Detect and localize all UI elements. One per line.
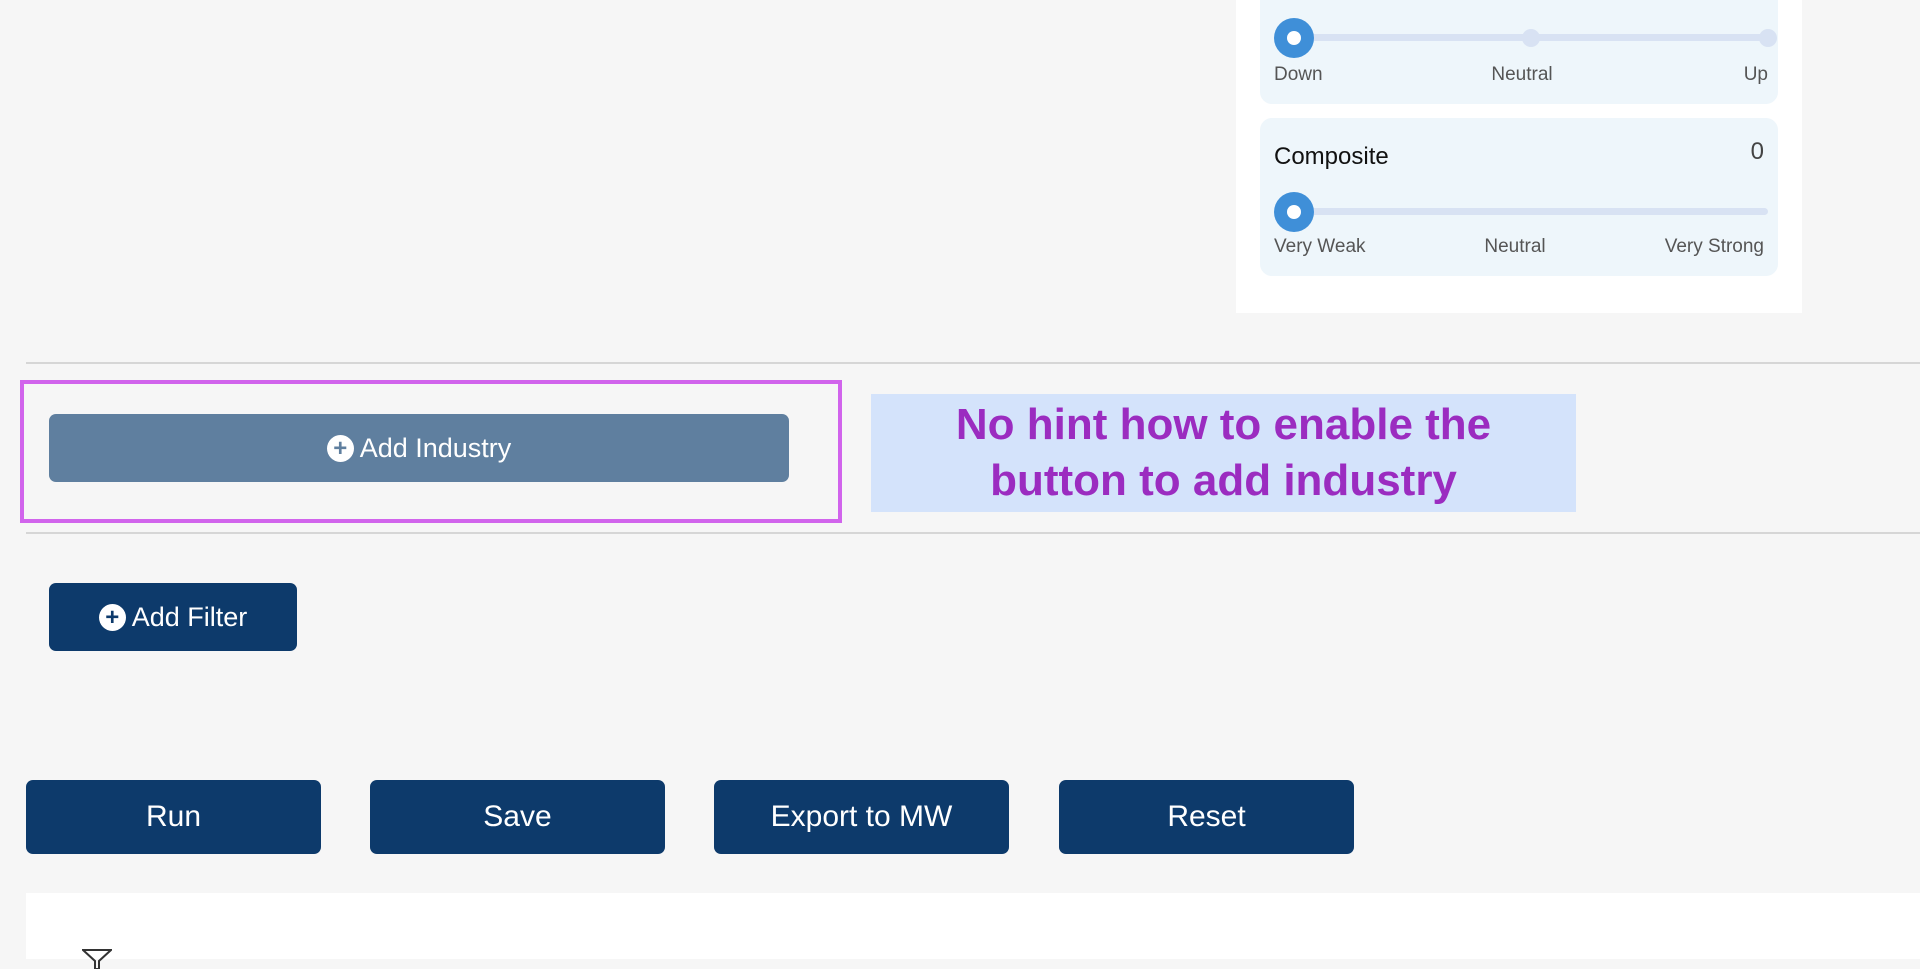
reset-button[interactable]: Reset (1059, 780, 1354, 854)
annotation-note: No hint how to enable the button to add … (871, 394, 1576, 512)
add-filter-button[interactable]: + Add Filter (49, 583, 297, 651)
trend-label-neutral: Neutral (1491, 64, 1553, 85)
trend-slider-thumb[interactable] (1274, 18, 1314, 58)
composite-title: Composite (1274, 143, 1389, 170)
composite-value: 0 (1750, 138, 1764, 165)
add-industry-button[interactable]: + Add Industry (49, 414, 789, 482)
plus-circle-icon: + (98, 603, 126, 631)
trend-label-up: Up (1743, 64, 1768, 85)
plus-circle-icon: + (326, 434, 354, 462)
composite-label-neutral: Neutral (1484, 236, 1546, 257)
composite-slider-track[interactable] (1294, 208, 1768, 215)
annotation-line-1: No hint how to enable the (955, 400, 1492, 449)
composite-slider[interactable] (1274, 192, 1768, 232)
export-to-mw-button[interactable]: Export to MW (714, 780, 1009, 854)
trend-card: Down Neutral Up (1260, 0, 1778, 104)
trend-slider-end-stop[interactable] (1759, 29, 1777, 47)
composite-slider-thumb[interactable] (1274, 192, 1314, 232)
trend-slider[interactable] (1274, 18, 1777, 58)
save-button[interactable]: Save (370, 780, 665, 854)
composite-card: Composite 0 Very Weak Neutral Very Stron… (1260, 118, 1778, 276)
results-panel (26, 893, 1920, 969)
section-divider (26, 532, 1920, 534)
add-industry-label: Add Industry (359, 432, 512, 463)
trend-slider-mid-stop[interactable] (1522, 29, 1540, 47)
run-button[interactable]: Run (26, 780, 321, 854)
trend-label-down: Down (1274, 64, 1323, 85)
add-filter-label: Add Filter (131, 601, 248, 632)
filter-icon (82, 949, 112, 969)
section-divider (26, 362, 1920, 364)
composite-label-very-weak: Very Weak (1274, 236, 1366, 257)
indicator-panel: Down Neutral Up Composite 0 Very Weak Ne… (1236, 0, 1802, 313)
annotation-line-2: button to add industry (990, 456, 1457, 505)
composite-label-very-strong: Very Strong (1664, 236, 1764, 257)
